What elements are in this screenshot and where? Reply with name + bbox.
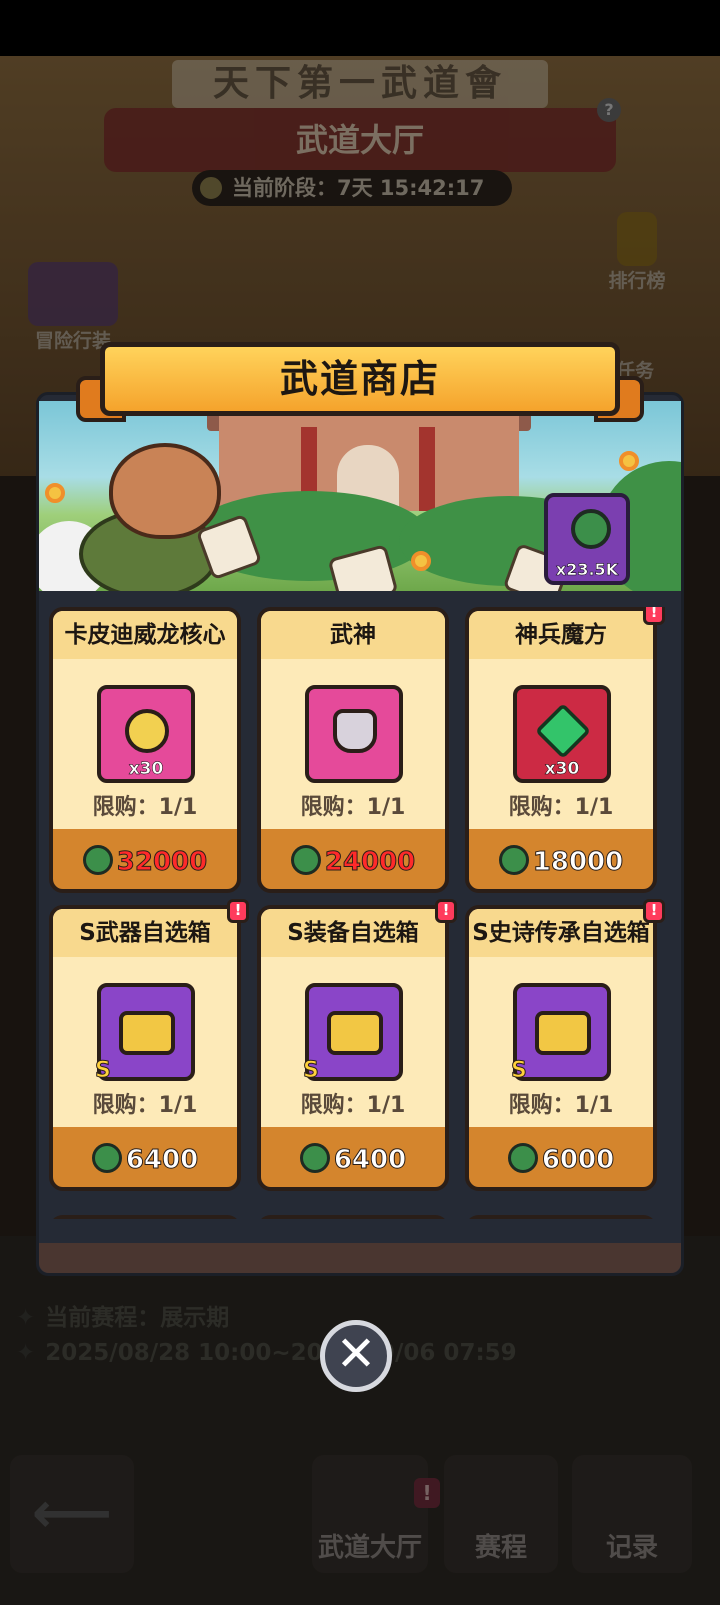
purchase-limit: 限购：1/1 bbox=[300, 795, 406, 820]
shop-banner-scene: x23.5K bbox=[39, 401, 681, 591]
price-value: 18000 bbox=[532, 846, 624, 877]
stopwatch-token-icon bbox=[498, 844, 529, 875]
purchase-limit: 限购：1/1 bbox=[300, 1093, 406, 1118]
purchase-limit: 限购：1/1 bbox=[92, 1093, 198, 1118]
close-button[interactable]: ✕ bbox=[320, 1320, 392, 1392]
item-name: 卡皮迪威龙核心 bbox=[53, 611, 237, 659]
shop-item-card[interactable]: S装备自选箱 S 限购：1/1 6400 bbox=[257, 905, 449, 1191]
price-value: 32000 bbox=[116, 846, 208, 877]
price-button[interactable]: 6400 bbox=[261, 1127, 445, 1187]
gear-chest-icon bbox=[327, 1011, 383, 1055]
shop-item-card-partial[interactable] bbox=[49, 1215, 241, 1219]
price-button[interactable]: 24000 bbox=[261, 829, 445, 889]
item-quantity: x30 bbox=[544, 759, 580, 780]
weapon-chest-icon bbox=[119, 1011, 175, 1055]
purchase-limit: 限购：1/1 bbox=[508, 1093, 614, 1118]
stopwatch-token-icon bbox=[82, 844, 113, 875]
item-frame bbox=[305, 685, 403, 783]
stopwatch-token-icon bbox=[571, 509, 611, 549]
shop-item-card[interactable]: 卡皮迪威龙核心 x30 限购：1/1 32000 bbox=[49, 607, 241, 893]
item-name: S武器自选箱 bbox=[53, 909, 237, 957]
green-gem-icon bbox=[534, 702, 592, 760]
price-button[interactable]: 32000 bbox=[53, 829, 237, 889]
price-value: 24000 bbox=[324, 846, 416, 877]
alert-badge: ! bbox=[435, 899, 457, 923]
currency-balance[interactable]: x23.5K bbox=[544, 493, 630, 585]
item-frame: S bbox=[303, 983, 403, 1084]
stopwatch-token-icon bbox=[290, 844, 321, 875]
armor-suit-icon bbox=[333, 709, 377, 753]
price-button[interactable]: 18000 bbox=[469, 829, 653, 889]
moped-core-icon bbox=[125, 709, 169, 753]
temple-pillar bbox=[419, 427, 435, 511]
item-frame: x30 bbox=[97, 685, 195, 783]
item-frame: S bbox=[95, 983, 195, 1084]
item-name: 武神 bbox=[261, 611, 445, 659]
shop-item-card-partial[interactable] bbox=[257, 1215, 449, 1219]
shop-item-card-partial[interactable] bbox=[465, 1215, 657, 1219]
flower bbox=[45, 483, 65, 503]
flower bbox=[619, 451, 639, 471]
price-button[interactable]: 6000 bbox=[469, 1127, 653, 1187]
price-button[interactable]: 6400 bbox=[53, 1127, 237, 1187]
shop-item-card[interactable]: 神兵魔方 x30 限购：1/1 18000 bbox=[465, 607, 657, 893]
purchase-limit: 限购：1/1 bbox=[92, 795, 198, 820]
item-frame: S bbox=[511, 983, 611, 1084]
grade-label: S bbox=[303, 1058, 320, 1084]
stopwatch-token-icon bbox=[91, 1142, 122, 1173]
shop-item-card[interactable]: S史诗传承自选箱 S 限购：1/1 6000 bbox=[465, 905, 657, 1191]
item-name: S史诗传承自选箱 bbox=[469, 909, 653, 957]
modal-footer-bar bbox=[39, 1243, 681, 1273]
alert-badge: ! bbox=[227, 899, 249, 923]
grade-label: S bbox=[95, 1058, 112, 1084]
grade-label: S bbox=[511, 1058, 528, 1084]
shop-item-grid[interactable]: 卡皮迪威龙核心 x30 限购：1/1 32000 武神 限购：1/1 24000… bbox=[49, 607, 671, 1219]
flower bbox=[411, 551, 431, 571]
capybara-mascot-icon bbox=[109, 443, 221, 539]
stopwatch-token-icon bbox=[299, 1142, 330, 1173]
item-frame: x30 bbox=[513, 685, 611, 783]
item-name: S装备自选箱 bbox=[261, 909, 445, 957]
alert-badge: ! bbox=[643, 607, 665, 625]
alert-badge: ! bbox=[643, 899, 665, 923]
purchase-limit: 限购：1/1 bbox=[508, 795, 614, 820]
price-value: 6400 bbox=[125, 1144, 199, 1175]
currency-amount: x23.5K bbox=[555, 560, 619, 580]
item-name: 神兵魔方 bbox=[469, 611, 653, 659]
shop-item-card[interactable]: S武器自选箱 S 限购：1/1 6400 bbox=[49, 905, 241, 1191]
stopwatch-token-icon bbox=[507, 1142, 538, 1173]
shop-modal: x23.5K 卡皮迪威龙核心 x30 限购：1/1 32000 武神 限购：1/… bbox=[36, 392, 684, 1276]
shop-item-card[interactable]: 武神 限购：1/1 24000 bbox=[257, 607, 449, 893]
epic-chest-icon bbox=[535, 1011, 591, 1055]
item-quantity: x30 bbox=[128, 759, 164, 780]
price-value: 6000 bbox=[541, 1144, 615, 1175]
status-bar bbox=[0, 0, 720, 56]
shop-title: 武道商店 bbox=[100, 342, 620, 416]
price-value: 6400 bbox=[333, 1144, 407, 1175]
